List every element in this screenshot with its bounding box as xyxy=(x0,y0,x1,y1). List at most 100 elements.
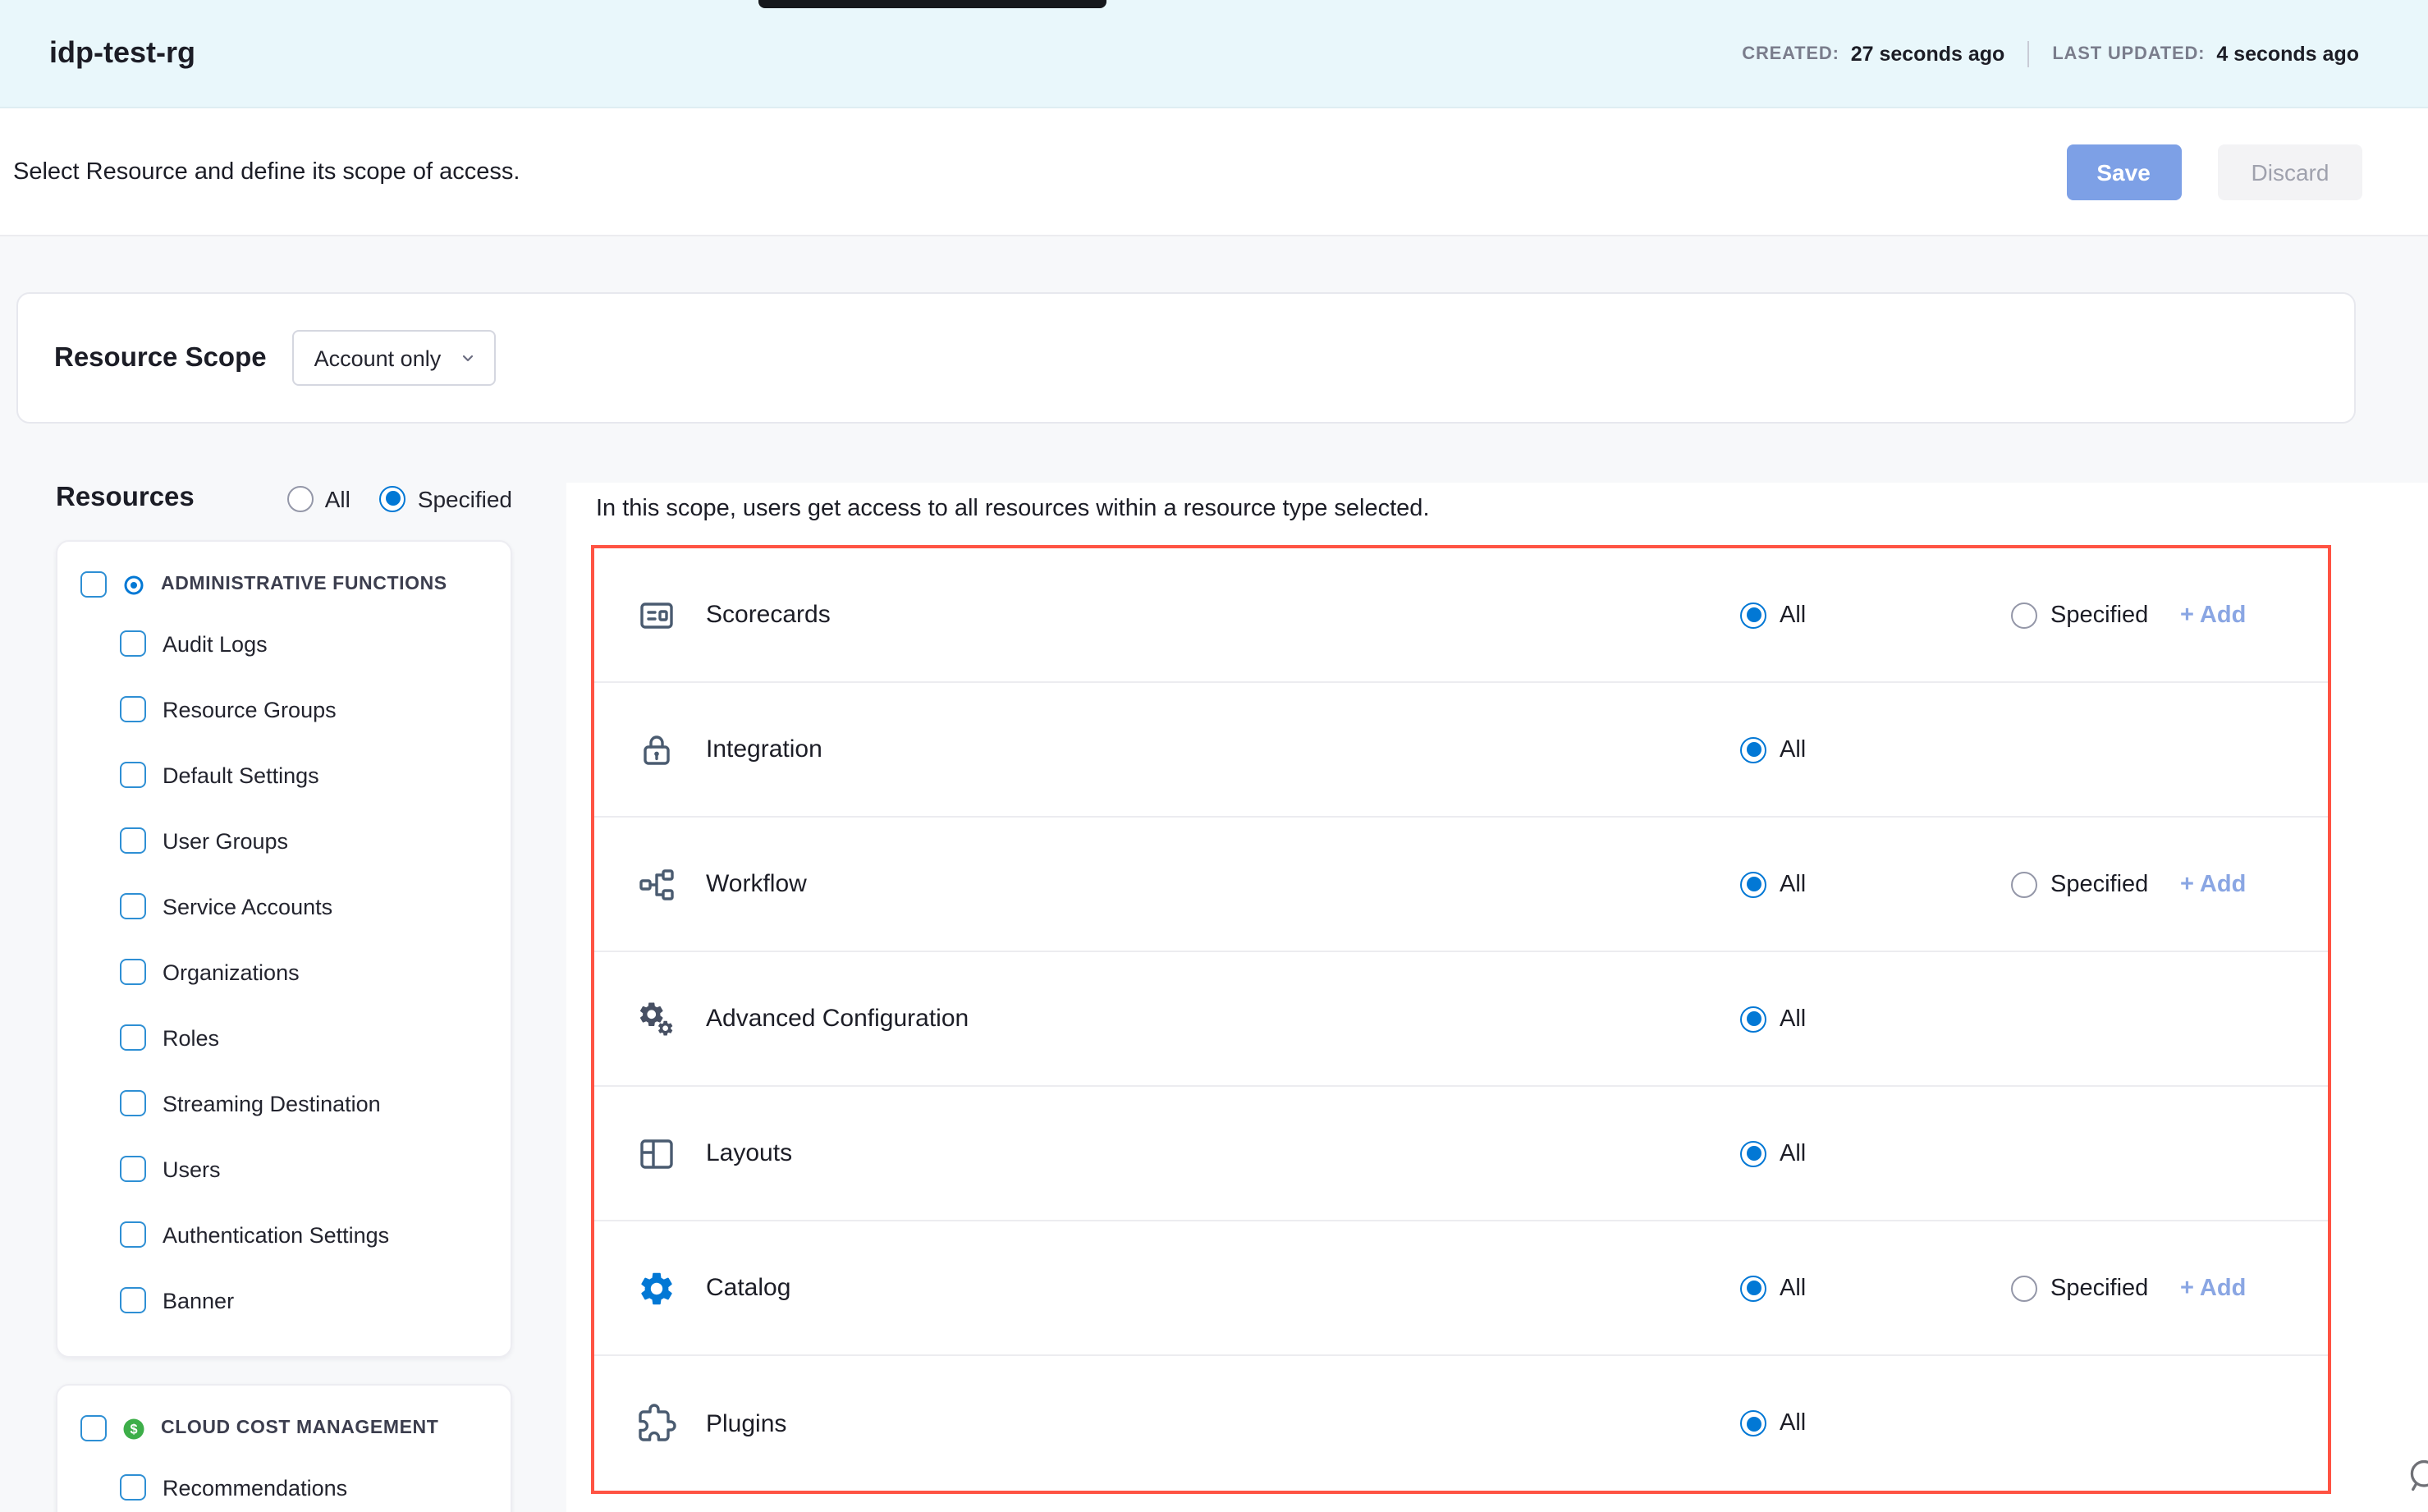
resource-type-label: Advanced Configuration xyxy=(706,1005,969,1033)
help-widget-icon[interactable] xyxy=(2407,1458,2428,1494)
resource-group-items: Recommendations xyxy=(80,1441,488,1512)
add-button[interactable]: + Add xyxy=(2180,871,2246,897)
specified-label: Specified xyxy=(2050,871,2148,897)
created-value: 27 seconds ago xyxy=(1851,42,2005,65)
item-checkbox[interactable] xyxy=(120,630,146,657)
specified-radio xyxy=(2011,602,2037,628)
resource-group-card: ADMINISTRATIVE FUNCTIONSAudit LogsResour… xyxy=(56,540,512,1358)
scope-description: In this scope, users get access to all r… xyxy=(596,493,2331,525)
resource-item-label: Authentication Settings xyxy=(163,1222,389,1247)
resource-item[interactable]: Service Accounts xyxy=(120,873,488,939)
resource-group-items: Audit LogsResource GroupsDefault Setting… xyxy=(80,598,488,1333)
page: idp-test-rg CREATED: 27 seconds ago LAST… xyxy=(0,0,2428,1512)
add-button[interactable]: + Add xyxy=(2180,602,2246,628)
updated-label: LAST UPDATED: xyxy=(2052,44,2205,63)
resource-type-name: Catalog xyxy=(637,1268,1740,1308)
radio-icon xyxy=(287,485,314,511)
resource-group-header: ADMINISTRATIVE FUNCTIONS xyxy=(80,571,488,598)
add-button[interactable]: + Add xyxy=(2180,1275,2246,1301)
all-radio xyxy=(1740,736,1766,763)
resource-item[interactable]: Streaming Destination xyxy=(120,1070,488,1136)
all-label: All xyxy=(1780,1006,1806,1032)
resource-item[interactable]: Default Settings xyxy=(120,742,488,808)
item-checkbox[interactable] xyxy=(120,1474,146,1501)
resources-all-radio[interactable]: All xyxy=(287,485,350,511)
specified-radio xyxy=(2011,871,2037,897)
resource-type-row: Advanced Configuration All xyxy=(594,952,2328,1087)
resources-header: Resources All Specified xyxy=(56,483,512,514)
resource-item[interactable]: User Groups xyxy=(120,808,488,873)
item-checkbox[interactable] xyxy=(120,762,146,788)
specified-radio-option[interactable]: Specified xyxy=(2011,871,2180,897)
specified-radio-option[interactable]: Specified xyxy=(2011,1275,2180,1301)
all-radio-option[interactable]: All xyxy=(1740,1006,2011,1032)
save-button[interactable]: Save xyxy=(2066,144,2181,199)
resource-item[interactable]: Banner xyxy=(120,1267,488,1333)
all-label: All xyxy=(1780,736,1806,763)
all-radio-option[interactable]: All xyxy=(1740,736,2011,763)
chevron-down-icon xyxy=(457,348,477,368)
item-checkbox[interactable] xyxy=(120,1156,146,1182)
add-column: + Add xyxy=(2180,1275,2262,1301)
resources-specified-radio[interactable]: Specified xyxy=(380,485,512,511)
specified-radio-option[interactable]: Specified xyxy=(2011,602,2180,628)
resource-item[interactable]: Resource Groups xyxy=(120,676,488,742)
item-checkbox[interactable] xyxy=(120,827,146,854)
toolbar-description: Select Resource and define its scope of … xyxy=(13,158,520,185)
all-radio xyxy=(1740,1006,1766,1032)
scorecards-icon xyxy=(637,595,676,635)
resource-item[interactable]: Roles xyxy=(120,1005,488,1070)
all-radio-option[interactable]: All xyxy=(1740,1410,2011,1436)
all-label: All xyxy=(1780,1140,1806,1166)
resource-item[interactable]: Organizations xyxy=(120,939,488,1005)
item-checkbox[interactable] xyxy=(120,1221,146,1248)
resource-type-list: ScorecardsAllSpecified+ AddIntegrationAl… xyxy=(591,545,2331,1494)
item-checkbox[interactable] xyxy=(120,1287,146,1313)
resource-item[interactable]: Authentication Settings xyxy=(120,1202,488,1267)
resource-scope-card: Resource Scope Account only xyxy=(16,292,2356,424)
toolbar-buttons: Save Discard xyxy=(2066,144,2362,199)
resource-scope-label: Resource Scope xyxy=(54,342,267,373)
item-checkbox[interactable] xyxy=(120,696,146,722)
all-radio xyxy=(1740,871,1766,897)
group-checkbox[interactable] xyxy=(80,571,107,598)
created-label: CREATED: xyxy=(1742,44,1839,63)
item-checkbox[interactable] xyxy=(120,1024,146,1051)
resource-type-row: Layouts All xyxy=(594,1087,2328,1221)
resource-item[interactable]: Users xyxy=(120,1136,488,1202)
add-column: + Add xyxy=(2180,871,2262,897)
resource-item-label: Users xyxy=(163,1157,221,1181)
resource-type-label: Layouts xyxy=(706,1139,792,1167)
resources-specified-label: Specified xyxy=(418,485,512,511)
updated-value: 4 seconds ago xyxy=(2216,42,2359,65)
resource-type-label: Scorecards xyxy=(706,601,831,629)
resources-mode-radios: All Specified xyxy=(287,485,512,511)
resource-item[interactable]: Recommendations xyxy=(120,1455,488,1512)
resources-all-label: All xyxy=(325,485,350,511)
resource-type-name: Scorecards xyxy=(637,595,1740,635)
item-checkbox[interactable] xyxy=(120,959,146,985)
resources-title: Resources xyxy=(56,483,195,514)
all-radio-option[interactable]: All xyxy=(1740,1275,2011,1301)
discard-button[interactable]: Discard xyxy=(2218,144,2362,199)
content-area: Resources All Specified ADMINISTRATIVE F… xyxy=(0,483,2428,1512)
resource-type-name: Plugins xyxy=(637,1404,1740,1443)
resource-group-card: $CLOUD COST MANAGEMENTRecommendations xyxy=(56,1384,512,1512)
all-radio-option[interactable]: All xyxy=(1740,1140,2011,1166)
all-radio-option[interactable]: All xyxy=(1740,602,2011,628)
resource-groups-list: ADMINISTRATIVE FUNCTIONSAudit LogsResour… xyxy=(56,540,566,1512)
page-title: idp-test-rg xyxy=(49,36,195,71)
resource-item[interactable]: Audit Logs xyxy=(120,611,488,676)
all-radio xyxy=(1740,602,1766,628)
resource-scope-selected-value: Account only xyxy=(314,346,442,370)
top-tooltip-remnant xyxy=(758,0,1106,8)
item-checkbox[interactable] xyxy=(120,1090,146,1116)
item-checkbox[interactable] xyxy=(120,893,146,919)
all-radio-option[interactable]: All xyxy=(1740,871,2011,897)
meta-info: CREATED: 27 seconds ago LAST UPDATED: 4 … xyxy=(1742,40,2359,66)
resource-scope-dropdown[interactable]: Account only xyxy=(293,330,496,386)
all-radio xyxy=(1740,1410,1766,1436)
specified-label: Specified xyxy=(2050,1275,2148,1301)
meta-divider xyxy=(2027,40,2029,66)
group-checkbox[interactable] xyxy=(80,1415,107,1441)
